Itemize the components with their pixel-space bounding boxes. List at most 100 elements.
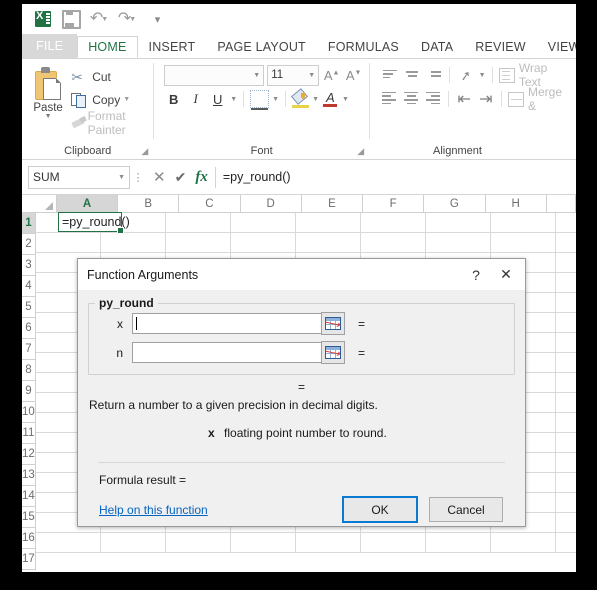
cell-I13[interactable]	[555, 453, 576, 473]
cell-A17[interactable]	[35, 533, 101, 553]
row-header-15[interactable]: 15	[22, 507, 36, 528]
borders-icon[interactable]	[250, 90, 270, 110]
cell-H2[interactable]	[490, 233, 556, 253]
cell-F1[interactable]	[360, 213, 426, 233]
range-selector-icon-x[interactable]: ⟶	[321, 312, 345, 335]
cut-button[interactable]: ✂ Cut	[68, 66, 147, 87]
cell-A2[interactable]	[35, 233, 101, 253]
insert-function-icon[interactable]: fx	[195, 169, 208, 186]
align-bottom-icon[interactable]	[424, 66, 443, 85]
row-header-11[interactable]: 11	[22, 423, 36, 444]
tab-insert[interactable]: INSERT	[138, 36, 207, 58]
merge-and-center-button[interactable]: Merge &	[508, 85, 570, 113]
cell-I14[interactable]	[555, 473, 576, 493]
align-left-icon[interactable]	[380, 90, 399, 109]
row-header-12[interactable]: 12	[22, 444, 36, 465]
row-header-4[interactable]: 4	[22, 276, 36, 297]
increase-indent-icon[interactable]: ⇥	[477, 90, 496, 109]
tab-home[interactable]: HOME	[77, 36, 138, 58]
cell-C17[interactable]	[165, 533, 231, 553]
row-header-13[interactable]: 13	[22, 465, 36, 486]
help-on-this-function-link[interactable]: Help on this function	[99, 503, 342, 517]
cell-G17[interactable]	[425, 533, 491, 553]
cell-D2[interactable]	[230, 233, 296, 253]
cell-I15[interactable]	[555, 493, 576, 513]
cell-I10[interactable]	[555, 393, 576, 413]
cell-I12[interactable]	[555, 433, 576, 453]
row-header-10[interactable]: 10	[22, 402, 36, 423]
row-header-1[interactable]: 1	[22, 213, 36, 234]
paste-dropdown-icon[interactable]: ▼	[45, 113, 52, 120]
argument-input-n[interactable]	[132, 342, 322, 363]
cell-I4[interactable]	[555, 273, 576, 293]
cell-E17[interactable]	[295, 533, 361, 553]
orientation-icon[interactable]: ➚	[455, 64, 477, 86]
row-header-14[interactable]: 14	[22, 486, 36, 507]
tab-review[interactable]: REVIEW	[464, 36, 537, 58]
row-header-8[interactable]: 8	[22, 360, 36, 381]
column-header-e[interactable]: E	[301, 195, 364, 212]
align-top-icon[interactable]	[380, 66, 399, 85]
increase-font-size-icon[interactable]: A▲	[322, 68, 341, 83]
column-header-f[interactable]: F	[363, 195, 425, 212]
customize-qat-icon[interactable]: ▾	[142, 8, 168, 30]
tab-data[interactable]: DATA	[410, 36, 464, 58]
borders-dropdown-icon[interactable]: ▼	[272, 96, 279, 103]
cell-D1[interactable]	[230, 213, 296, 233]
save-icon[interactable]	[58, 8, 84, 30]
cell-D17[interactable]	[230, 533, 296, 553]
cell-I17[interactable]	[555, 533, 576, 553]
ok-button[interactable]: OK	[342, 496, 418, 523]
row-header-7[interactable]: 7	[22, 339, 36, 360]
column-header-b[interactable]: B	[118, 195, 180, 212]
align-center-icon[interactable]	[402, 90, 421, 109]
font-color-icon[interactable]: A	[322, 90, 339, 108]
range-selector-icon-n[interactable]: ⟶	[321, 341, 345, 364]
formula-bar-grip[interactable]: ⋮	[130, 171, 146, 184]
tab-file[interactable]: FILE	[22, 34, 78, 58]
format-painter-button[interactable]: Format Painter	[68, 109, 147, 137]
active-cell-a1[interactable]: =py_round()	[58, 212, 130, 234]
tab-page-layout[interactable]: PAGE LAYOUT	[206, 36, 317, 58]
column-header-a[interactable]: A	[56, 195, 119, 212]
cancel-button[interactable]: Cancel	[429, 497, 503, 522]
decrease-font-size-icon[interactable]: A▼	[344, 68, 363, 83]
align-middle-icon[interactable]	[402, 66, 421, 85]
cell-F2[interactable]	[360, 233, 426, 253]
cell-I1[interactable]	[555, 213, 576, 233]
copy-button[interactable]: Copy ▼	[68, 89, 147, 110]
tab-view[interactable]: VIEW	[537, 36, 576, 58]
cell-H17[interactable]	[490, 533, 556, 553]
row-header-6[interactable]: 6	[22, 318, 36, 339]
row-header-17[interactable]: 17	[22, 549, 36, 570]
cell-E1[interactable]	[295, 213, 361, 233]
bold-button[interactable]: B	[164, 90, 183, 109]
undo-icon[interactable]: ↶ ▼	[86, 8, 112, 30]
font-name-input[interactable]: ▼	[164, 64, 265, 86]
cell-I3[interactable]	[555, 253, 576, 273]
row-header-5[interactable]: 5	[22, 297, 36, 318]
cell-G2[interactable]	[425, 233, 491, 253]
underline-button[interactable]: U	[208, 90, 227, 109]
cell-I2[interactable]	[555, 233, 576, 253]
column-header-g[interactable]: G	[424, 195, 486, 212]
cell-C2[interactable]	[165, 233, 231, 253]
formula-input[interactable]: =py_round()	[214, 166, 576, 188]
name-box[interactable]: SUM ▼	[28, 165, 130, 189]
cell-F17[interactable]	[360, 533, 426, 553]
close-icon[interactable]: ✕	[491, 261, 521, 289]
argument-input-x[interactable]	[132, 313, 322, 334]
wrap-text-button[interactable]: Wrap Text	[498, 61, 570, 89]
cell-C1[interactable]	[165, 213, 231, 233]
column-header-h[interactable]: H	[485, 195, 547, 212]
italic-button[interactable]: I	[186, 90, 205, 109]
tab-formulas[interactable]: FORMULAS	[317, 36, 410, 58]
cell-B2[interactable]	[100, 233, 166, 253]
clipboard-dialog-launcher-icon[interactable]: ◢	[141, 147, 150, 156]
cell-I5[interactable]	[555, 293, 576, 313]
enter-formula-icon[interactable]: ✔	[175, 169, 187, 186]
column-header-c[interactable]: C	[179, 195, 241, 212]
redo-icon[interactable]: ↷ ▼	[114, 8, 140, 30]
select-all-corner[interactable]	[22, 195, 57, 212]
font-size-input[interactable]: 11 ▼	[267, 64, 320, 86]
